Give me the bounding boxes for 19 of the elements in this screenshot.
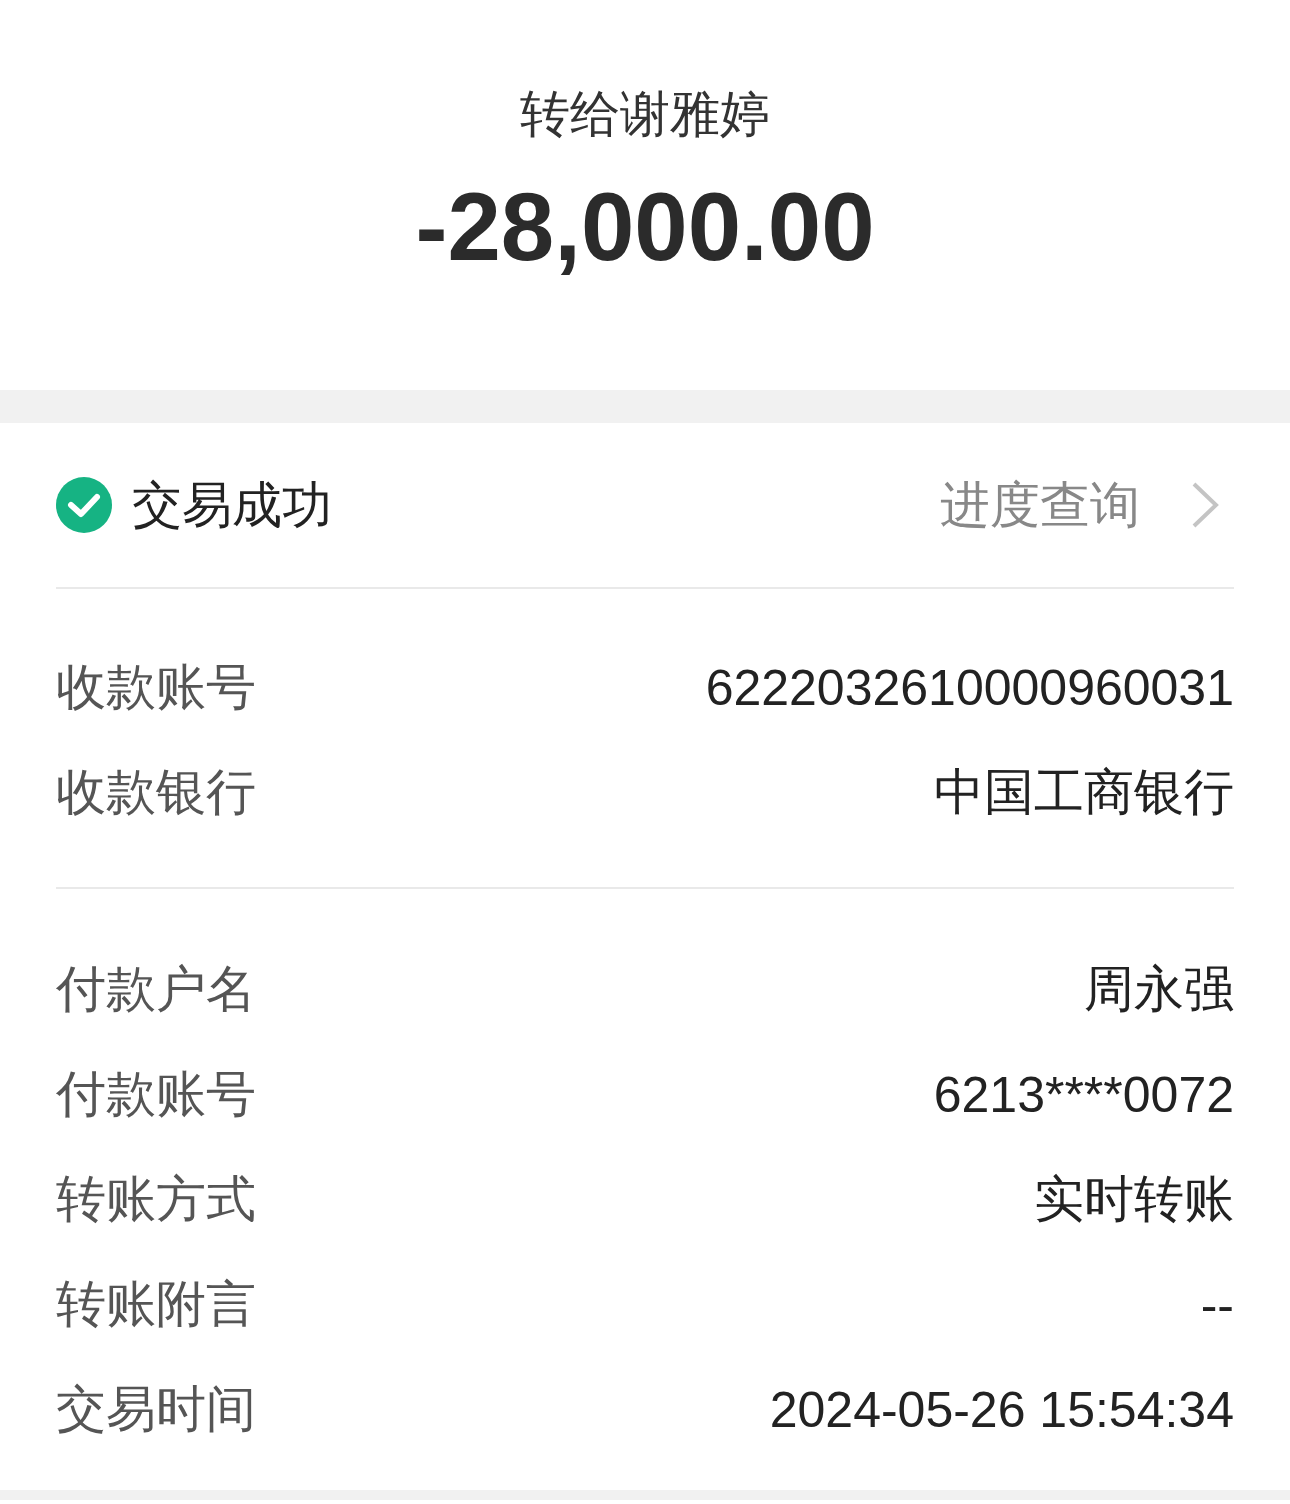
field-label: 收款银行 (56, 762, 256, 823)
progress-query-link[interactable]: 进度查询 (940, 471, 1140, 539)
status-text: 交易成功 (132, 474, 332, 536)
field-label: 付款户名 (56, 959, 256, 1020)
field-value: 2024-05-26 15:54:34 (769, 1380, 1234, 1439)
field-value: 周永强 (1084, 960, 1234, 1019)
field-value: -- (1200, 1275, 1234, 1334)
field-value: 6222032610000960031 (705, 658, 1234, 717)
field-value: 实时转账 (1034, 1170, 1234, 1229)
field-value: 中国工商银行 (934, 763, 1234, 822)
field-label: 转账方式 (56, 1169, 256, 1230)
amount: -28,000.00 (415, 172, 875, 282)
field-label: 转账附言 (56, 1274, 256, 1335)
transfer-title: 转给谢雅婷 (520, 84, 770, 144)
field-value: 6213****0072 (933, 1065, 1234, 1124)
field-label: 收款账号 (56, 657, 256, 718)
chevron-right-icon[interactable] (1190, 480, 1220, 530)
field-label: 交易时间 (56, 1379, 256, 1440)
field-label: 付款账号 (56, 1064, 256, 1125)
